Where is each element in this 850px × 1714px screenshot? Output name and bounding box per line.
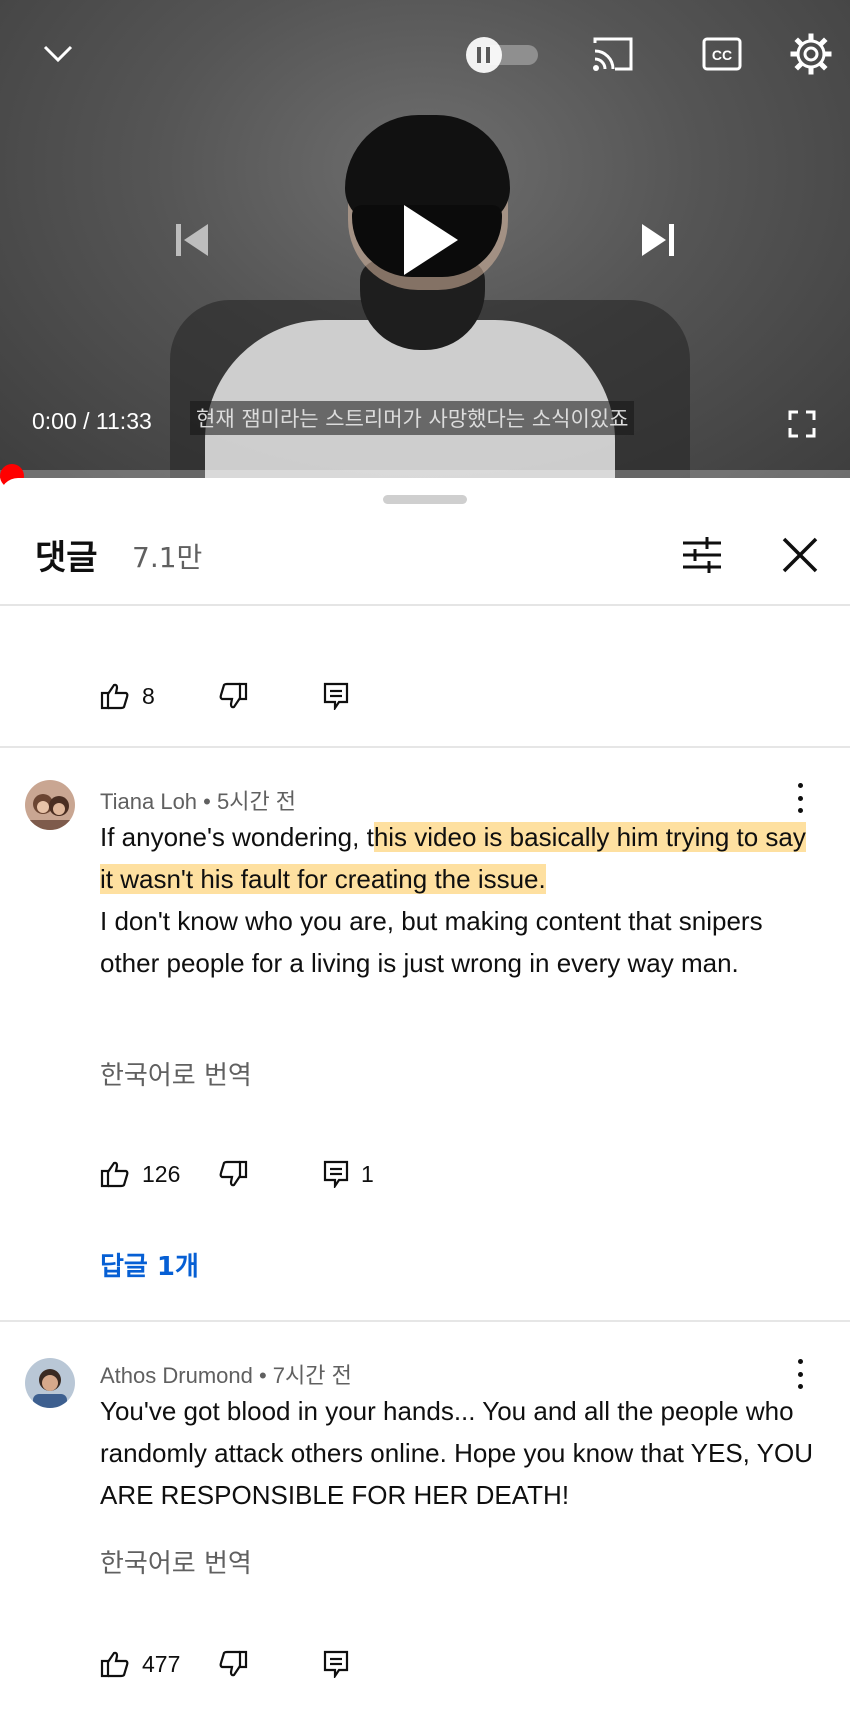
dislike-button[interactable] [218,1650,248,1678]
settings-icon[interactable] [789,32,833,76]
comment-text-part: If anyone's wondering, t [100,822,374,852]
thumb-down-icon [219,1160,248,1187]
header-divider [0,604,850,606]
comment-divider [0,1320,850,1322]
more-options-icon[interactable] [790,1359,810,1389]
svg-text:CC: CC [712,47,732,63]
avatar[interactable] [25,1358,75,1408]
more-options-icon[interactable] [790,783,810,813]
sort-filter-icon[interactable] [680,533,724,577]
comment-divider [0,746,850,748]
comment-author[interactable]: Tiana Loh [100,789,197,814]
comments-count: 7.1만 [132,541,203,574]
like-count: 126 [142,1160,181,1187]
video-player[interactable]: CC 현재 잼미라는 스트리머가 사망했다는 소식이있죠 0:00 / 11:3… [0,0,850,478]
reply-icon [323,1650,349,1678]
cast-icon[interactable] [590,34,636,74]
translate-link[interactable]: 한국어로 번역 [100,1543,252,1580]
cc-icon[interactable]: CC [700,34,744,74]
dislike-button[interactable] [218,1160,248,1188]
previous-icon[interactable] [170,218,214,262]
video-subtitle: 현재 잼미라는 스트리머가 사망했다는 소식이있죠 [190,401,635,435]
thumb-up-icon [100,683,129,710]
play-icon[interactable] [398,200,462,280]
comment-text: You've got blood in your hands... You an… [100,1396,813,1510]
video-progress-bar[interactable] [0,470,850,478]
comment-time: 5시간 전 [216,789,297,814]
timecode: 0:00 / 11:33 [32,408,152,434]
next-icon[interactable] [636,218,680,262]
comment-meta: Tiana Loh • 5시간 전 [100,789,297,814]
reply-icon [323,1160,349,1188]
view-replies-link[interactable]: 답글 1개 [100,1246,199,1283]
like-count: 477 [142,1650,181,1677]
translate-link[interactable]: 한국어로 번역 [100,1055,252,1092]
comment-author[interactable]: Athos Drumond [100,1363,253,1388]
thumb-up-icon [100,1161,129,1188]
chevron-down-icon[interactable] [38,36,78,72]
fullscreen-icon[interactable] [786,408,818,440]
like-button[interactable]: 126 [100,1160,180,1188]
comment-text: If anyone's wondering, this video is bas… [100,816,820,984]
reply-button[interactable] [323,1650,349,1678]
drag-handle[interactable] [383,495,467,504]
reply-button[interactable]: 1 [323,1160,374,1188]
reply-button[interactable] [323,682,349,710]
reply-count: 1 [361,1160,374,1187]
thumb-down-icon [219,1650,248,1677]
truncated-previous-comment: ▁ ▁▁ ▁ ▁▁ ▁ [100,586,243,604]
thumb-down-icon [219,682,248,709]
comment-meta: Athos Drumond • 7시간 전 [100,1363,352,1388]
comment-time: 7시간 전 [272,1363,352,1388]
like-button[interactable]: 8 [100,682,155,710]
like-count: 8 [142,682,155,709]
close-icon[interactable] [778,533,822,577]
reply-icon [323,682,349,710]
avatar[interactable] [25,780,75,830]
autoplay-toggle[interactable] [464,36,540,74]
thumb-up-icon [100,1651,129,1678]
comment-text-part: I don't know who you are, but making con… [100,906,763,978]
comments-title: 댓글 [35,538,98,578]
like-button[interactable]: 477 [100,1650,180,1678]
comments-sheet [0,478,850,1714]
dislike-button[interactable] [218,682,248,710]
